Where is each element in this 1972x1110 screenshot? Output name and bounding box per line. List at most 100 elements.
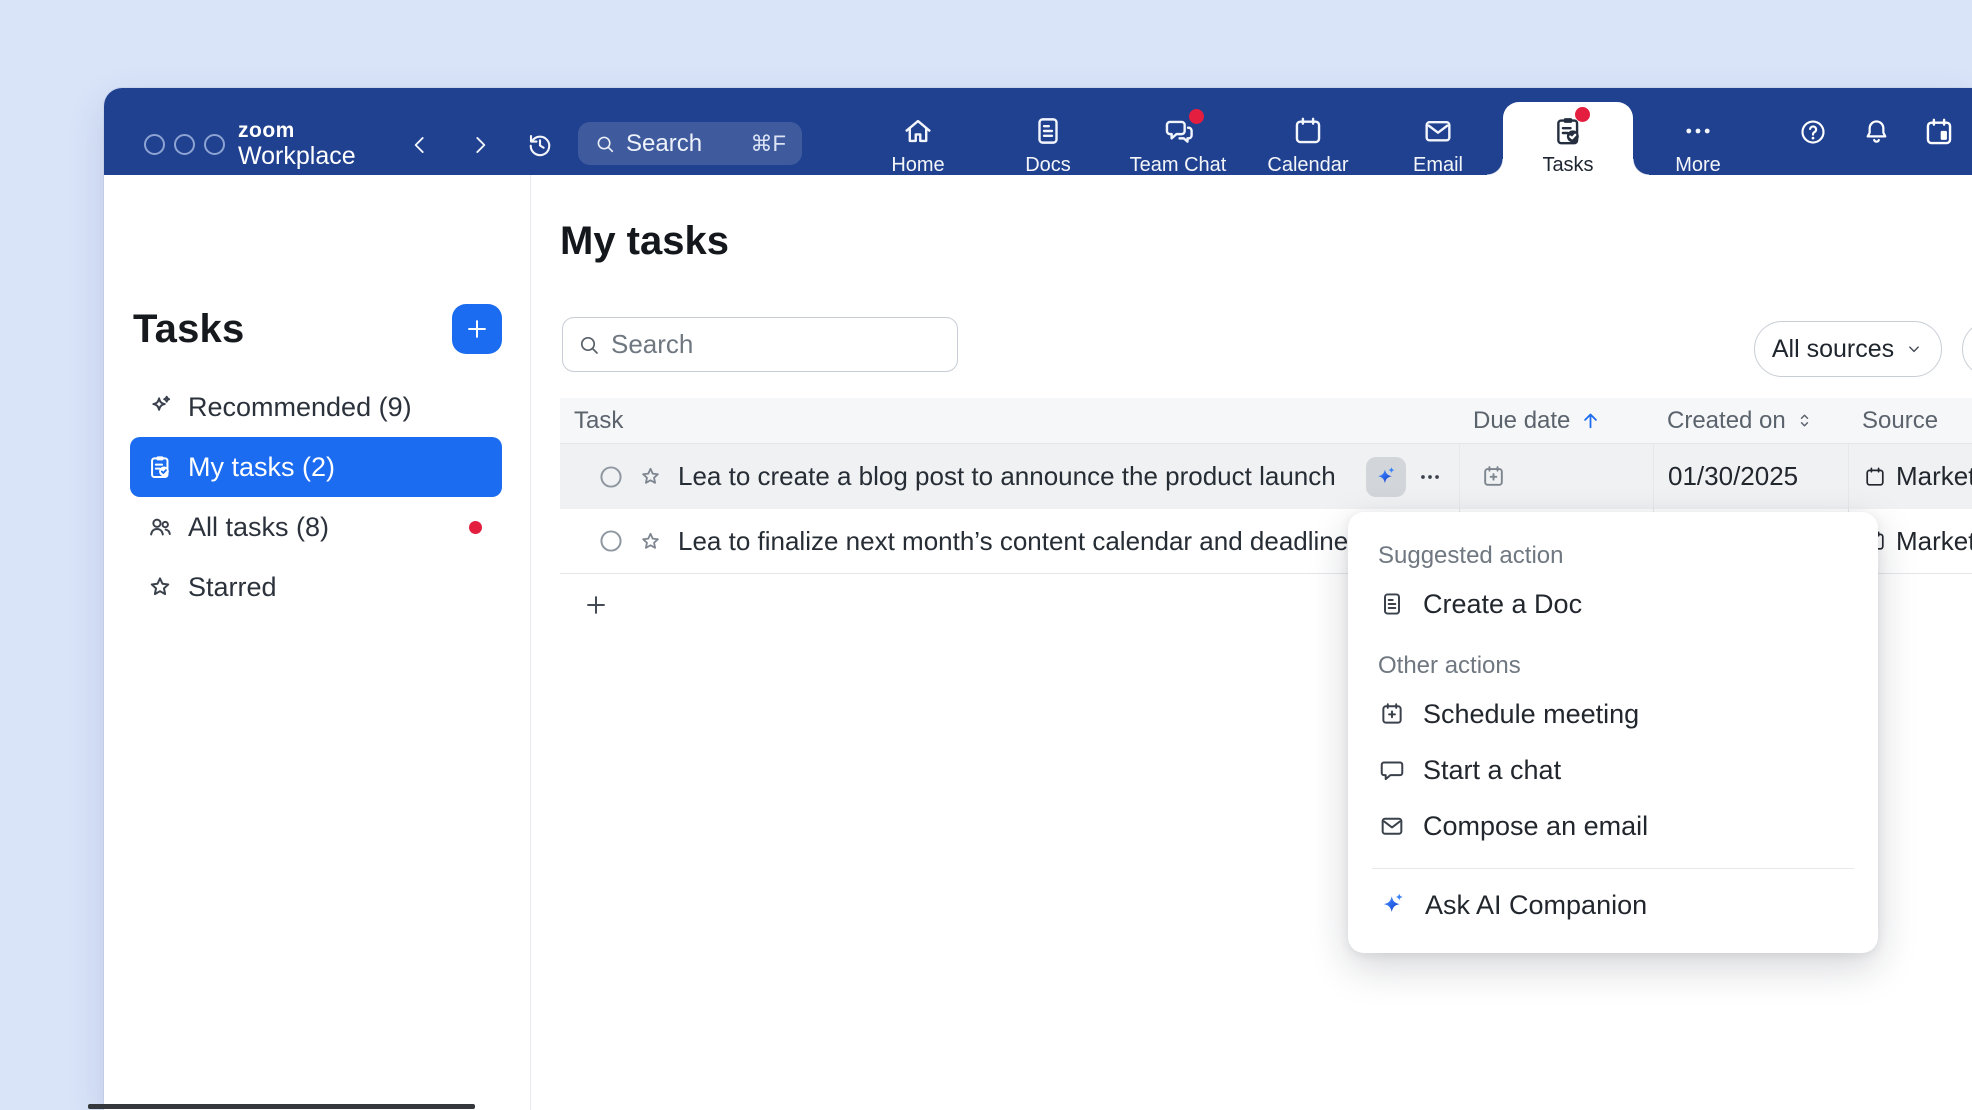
sidebar-item-my-tasks[interactable]: My tasks (2) — [130, 437, 502, 497]
menu-section-label: Other actions — [1348, 640, 1878, 686]
ai-companion-button[interactable] — [1366, 457, 1406, 497]
menu-item-ask-ai-companion[interactable]: Ask AI Companion — [1348, 877, 1878, 933]
menu-item-start-chat[interactable]: Start a chat — [1348, 742, 1878, 798]
menu-section-label: Suggested action — [1348, 530, 1878, 576]
search-icon — [594, 133, 616, 155]
nav-tab-tasks[interactable]: Tasks — [1503, 88, 1633, 175]
column-header-task[interactable]: Task — [560, 407, 1459, 435]
sidebar-item-label: My tasks (2) — [188, 452, 335, 483]
sort-icon — [1794, 410, 1815, 431]
task-cell: Lea to create a blog post to announce th… — [560, 444, 1459, 509]
nav-label: Calendar — [1267, 154, 1348, 177]
help-icon[interactable] — [1798, 117, 1828, 147]
app-screen: zoom Workplace Search ⌘F Home Docs — [0, 0, 1972, 1110]
nav-label: Email — [1413, 154, 1463, 177]
plus-icon — [463, 315, 491, 343]
logo-brand: zoom — [238, 120, 356, 141]
column-header-source[interactable]: Source — [1848, 407, 1972, 435]
doc-icon — [1378, 590, 1406, 618]
nav-tab-team-chat[interactable]: Team Chat — [1113, 88, 1243, 175]
task-checkbox[interactable] — [597, 463, 625, 491]
page-title: My tasks — [560, 219, 729, 264]
nav-label: Docs — [1025, 154, 1071, 177]
star-icon[interactable] — [638, 464, 663, 489]
source-value: Marketing — [1896, 526, 1972, 557]
chat-bubble-icon — [1378, 756, 1406, 784]
column-header-created-on[interactable]: Created on — [1653, 407, 1848, 435]
titlebar: zoom Workplace Search ⌘F Home Docs — [104, 88, 1972, 175]
close-window-button[interactable] — [144, 134, 165, 155]
global-search[interactable]: Search ⌘F — [578, 122, 802, 165]
email-icon — [1378, 812, 1406, 840]
source-value: Marketing — [1896, 461, 1972, 492]
global-search-placeholder: Search — [626, 130, 702, 158]
due-date-cell[interactable] — [1459, 444, 1653, 509]
unread-badge — [1189, 109, 1204, 124]
nav-tab-calendar[interactable]: Calendar — [1243, 88, 1373, 175]
sidebar-item-recommended[interactable]: Recommended (9) — [130, 377, 502, 437]
sidebar-item-label: Starred — [188, 572, 277, 603]
all-sources-filter[interactable]: All sources — [1754, 321, 1942, 377]
created-on-value: 01/30/2025 — [1668, 461, 1798, 492]
source-cell: Marketing — [1848, 444, 1972, 509]
more-icon — [1681, 114, 1715, 148]
task-search — [562, 317, 958, 372]
table-header-row: Task Due date Created on Source — [560, 398, 1972, 444]
bell-icon[interactable] — [1861, 116, 1892, 147]
zoom-workplace-logo: zoom Workplace — [238, 120, 356, 169]
sidebar-item-label: Recommended (9) — [188, 392, 412, 423]
calendar-app-icon[interactable] — [1922, 115, 1956, 149]
nav-tab-docs[interactable]: Docs — [983, 88, 1113, 175]
email-icon — [1421, 114, 1455, 148]
column-header-due-date[interactable]: Due date — [1459, 407, 1653, 435]
more-actions-icon[interactable] — [1417, 464, 1443, 490]
task-checkbox[interactable] — [597, 527, 625, 555]
table-row[interactable]: Lea to create a blog post to announce th… — [560, 444, 1972, 509]
tasks-sidebar: Tasks Recommended (9) My tasks (2) All t… — [104, 175, 531, 1110]
add-due-date-icon[interactable] — [1480, 463, 1507, 490]
menu-item-compose-email[interactable]: Compose an email — [1348, 798, 1878, 854]
nav-label: Tasks — [1542, 154, 1593, 177]
nav-label: More — [1675, 154, 1721, 177]
star-icon[interactable] — [638, 529, 663, 554]
nav-tab-home[interactable]: Home — [853, 88, 983, 175]
docs-icon — [1031, 114, 1065, 148]
task-title: Lea to finalize next month’s content cal… — [678, 526, 1361, 557]
menu-divider — [1372, 868, 1854, 869]
main-content: My tasks All sources Task Due date — [531, 175, 1972, 1110]
history-icon[interactable] — [525, 130, 555, 160]
search-shortcut: ⌘F — [751, 131, 786, 157]
notification-dot — [469, 521, 482, 534]
clipboard-check-icon — [146, 453, 174, 481]
menu-item-schedule-meeting[interactable]: Schedule meeting — [1348, 686, 1878, 742]
back-icon[interactable] — [407, 132, 433, 158]
filter-label: All sources — [1772, 335, 1894, 364]
sidebar-header: Tasks — [133, 304, 502, 354]
task-search-input[interactable] — [611, 329, 943, 360]
nav-label: Home — [891, 154, 944, 177]
nav-tab-more[interactable]: More — [1633, 88, 1763, 175]
sidebar-item-starred[interactable]: Starred — [130, 557, 502, 617]
forward-icon[interactable] — [467, 132, 493, 158]
minimize-window-button[interactable] — [174, 134, 195, 155]
sidebar-item-label: All tasks (8) — [188, 512, 329, 543]
window-controls — [144, 134, 225, 155]
ai-sparkle-icon — [1373, 464, 1399, 490]
task-title: Lea to create a blog post to announce th… — [678, 461, 1336, 492]
maximize-window-button[interactable] — [204, 134, 225, 155]
search-icon — [577, 333, 601, 357]
plus-icon — [582, 591, 610, 619]
chevron-down-icon — [1904, 339, 1924, 359]
task-cell: Lea to finalize next month’s content cal… — [560, 509, 1459, 573]
add-task-button[interactable] — [452, 304, 502, 354]
menu-item-create-doc[interactable]: Create a Doc — [1348, 576, 1878, 632]
calendar-icon — [1863, 465, 1887, 489]
filter-pill-partial[interactable] — [1962, 321, 1972, 377]
sidebar-item-all-tasks[interactable]: All tasks (8) — [130, 497, 502, 557]
sort-ascending-icon — [1578, 408, 1603, 433]
task-actions — [1366, 457, 1443, 497]
ai-sparkle-icon — [1378, 890, 1408, 920]
nav-tab-email[interactable]: Email — [1373, 88, 1503, 175]
ai-actions-menu: Suggested action Create a Doc Other acti… — [1348, 512, 1878, 953]
calendar-plus-icon — [1378, 700, 1406, 728]
